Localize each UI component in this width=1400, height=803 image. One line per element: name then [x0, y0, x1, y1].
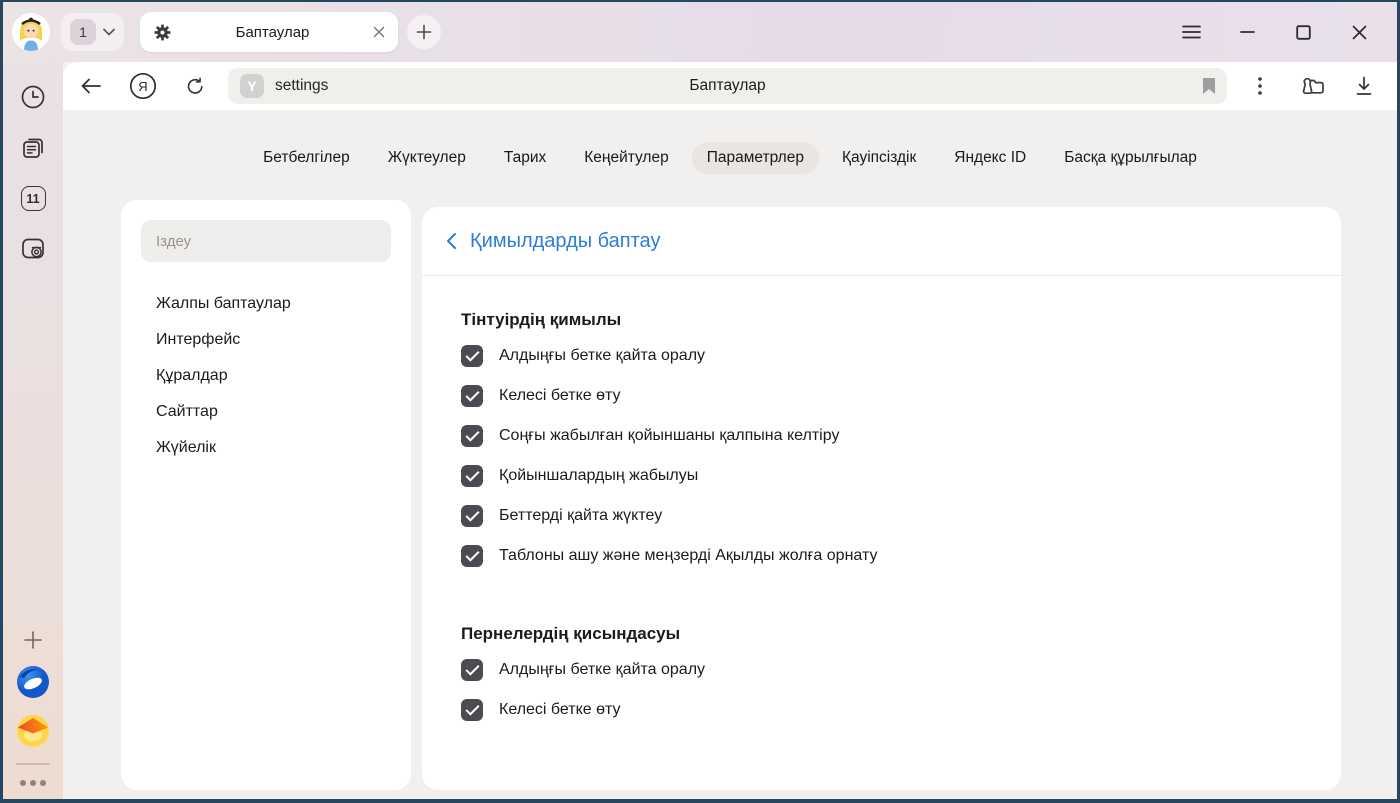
bookmark-icon[interactable] — [1202, 77, 1216, 95]
nav-tab[interactable]: Кеңейтулер — [569, 142, 683, 174]
nav-tab[interactable]: Яндекс ID — [939, 142, 1041, 174]
url-text: settings — [275, 77, 328, 95]
window-menu-icon[interactable] — [1181, 22, 1201, 42]
panel-title: Қимылдарды баптау — [470, 230, 660, 253]
settings-menu-item[interactable]: Сайттар — [141, 394, 391, 430]
settings-panel: Қимылдарды баптау Тінтуірдің қимылы Алдың… — [422, 207, 1341, 790]
search-input[interactable] — [141, 220, 391, 262]
checkbox-label: Келесі бетке өту — [499, 387, 621, 405]
nav-tab[interactable]: Параметрлер — [692, 142, 819, 174]
yandex-app-logo-icon[interactable] — [16, 714, 50, 748]
checkbox-label: Қойыншалардың жабылуы — [499, 467, 698, 485]
checkbox-checked-icon[interactable] — [461, 345, 483, 367]
checkbox-checked-icon[interactable] — [461, 425, 483, 447]
minimize-icon[interactable] — [1237, 22, 1257, 42]
settings-section: Тінтуірдің қимылы Алдыңғы бетке қайта ора… — [461, 310, 1301, 576]
checkbox-label: Таблоны ашу және меңзерді Ақылды жолға о… — [499, 547, 877, 565]
checkbox-checked-icon[interactable] — [461, 545, 483, 567]
section-title: Тінтуірдің қимылы — [461, 310, 1301, 330]
browser-window: 1 Баптаулар — [0, 0, 1400, 803]
checkbox-checked-icon[interactable] — [461, 465, 483, 487]
screenshot-camera-icon[interactable] — [20, 236, 47, 262]
back-icon[interactable] — [76, 71, 106, 101]
section-title: Пернелердің қисындасуы — [461, 624, 1301, 644]
back-chevron-icon[interactable] — [446, 232, 457, 250]
browser-side-rail: 11 — [3, 62, 63, 799]
settings-section: Пернелердің қисындасуы Алдыңғы бетке қайт… — [461, 624, 1301, 730]
checkbox-checked-icon[interactable] — [461, 659, 483, 681]
browser-toolbar: Я Y settings Баптаулар — [63, 62, 1397, 110]
checkbox-label: Алдыңғы бетке қайта оралу — [499, 661, 705, 679]
plus-icon — [416, 24, 432, 40]
avatar[interactable] — [12, 13, 50, 51]
settings-page: БетбелгілерЖүктеулерТарихКеңейтулер Парам… — [63, 110, 1397, 799]
rail-divider — [16, 763, 50, 765]
tab-counter-icon[interactable]: 11 — [21, 186, 46, 211]
sections-container: Тінтуірдің қимылы Алдыңғы бетке қайта ора… — [422, 276, 1341, 730]
nav-tab[interactable]: Жүктеулер — [373, 142, 481, 174]
checkbox-label: Беттерді қайта жүктеу — [499, 507, 662, 525]
checkbox-option[interactable]: Алдыңғы бетке қайта оралу — [461, 336, 1301, 376]
settings-menu-item[interactable]: Құралдар — [141, 358, 391, 394]
checkbox-option[interactable]: Келесі бетке өту — [461, 690, 1301, 730]
settings-menu-item[interactable]: Интерфейс — [141, 322, 391, 358]
toolbar-menu-icon[interactable] — [1245, 71, 1275, 101]
window-controls — [1181, 22, 1381, 42]
tab-title: Баптаулар — [172, 24, 373, 41]
settings-menu: Жалпы баптауларИнтерфейсҚұралдарСайттарЖ… — [141, 286, 391, 466]
feed-icon[interactable] — [20, 135, 46, 161]
svg-text:Я: Я — [138, 79, 147, 94]
tab-strip: 1 Баптаулар — [3, 2, 1397, 62]
page-title: Баптаулар — [228, 77, 1227, 95]
add-rail-icon[interactable] — [23, 630, 43, 650]
gear-icon — [153, 23, 172, 42]
close-icon[interactable] — [1349, 22, 1369, 42]
checkbox-option[interactable]: Соңғы жабылған қойыншаны қалпына келтіру — [461, 416, 1301, 456]
checkbox-label: Соңғы жабылған қойыншаны қалпына келтіру — [499, 427, 839, 445]
settings-nav-tabs: БетбелгілерЖүктеулерТарихКеңейтулер Парам… — [63, 142, 1397, 174]
download-icon[interactable] — [1349, 71, 1379, 101]
avatar-illustration — [12, 13, 50, 51]
browser-logo-icon[interactable] — [16, 665, 50, 699]
tab-group-count: 1 — [70, 19, 96, 45]
nav-tab[interactable]: Тарих — [489, 142, 561, 174]
site-badge-icon: Y — [240, 74, 264, 98]
checkbox-checked-icon[interactable] — [461, 699, 483, 721]
checkbox-option[interactable]: Алдыңғы бетке қайта оралу — [461, 650, 1301, 690]
checkbox-option[interactable]: Қойыншалардың жабылуы — [461, 456, 1301, 496]
checkbox-label: Келесі бетке өту — [499, 701, 621, 719]
chevron-down-icon — [103, 28, 115, 36]
checkbox-checked-icon[interactable] — [461, 505, 483, 527]
checkbox-checked-icon[interactable] — [461, 385, 483, 407]
nav-tab[interactable]: Бетбелгілер — [248, 142, 365, 174]
checkbox-option[interactable]: Таблоны ашу және меңзерді Ақылды жолға о… — [461, 536, 1301, 576]
settings-menu-item[interactable]: Жалпы баптаулар — [141, 286, 391, 322]
more-icon[interactable] — [20, 780, 46, 786]
checkbox-option[interactable]: Беттерді қайта жүктеу — [461, 496, 1301, 536]
settings-sidebar: Жалпы баптауларИнтерфейсҚұралдарСайттарЖ… — [121, 200, 411, 790]
maximize-icon[interactable] — [1293, 22, 1313, 42]
tab-group-selector[interactable]: 1 — [61, 13, 124, 51]
address-bar[interactable]: Y settings Баптаулар — [228, 68, 1227, 104]
nav-tab[interactable]: Қауіпсіздік — [827, 142, 931, 174]
tab-close-icon[interactable] — [373, 26, 385, 38]
new-tab-button[interactable] — [407, 15, 441, 49]
panel-header: Қимылдарды баптау — [422, 207, 1341, 276]
settings-menu-item[interactable]: Жүйелік — [141, 430, 391, 466]
yandex-search-icon[interactable]: Я — [128, 71, 158, 101]
refresh-icon[interactable] — [180, 71, 210, 101]
tab-settings[interactable]: Баптаулар — [140, 12, 398, 52]
checkbox-option[interactable]: Келесі бетке өту — [461, 376, 1301, 416]
history-icon[interactable] — [20, 84, 46, 110]
nav-tab[interactable]: Басқа құрылғылар — [1049, 142, 1212, 174]
checkbox-label: Алдыңғы бетке қайта оралу — [499, 347, 705, 365]
collections-icon[interactable] — [1297, 71, 1327, 101]
